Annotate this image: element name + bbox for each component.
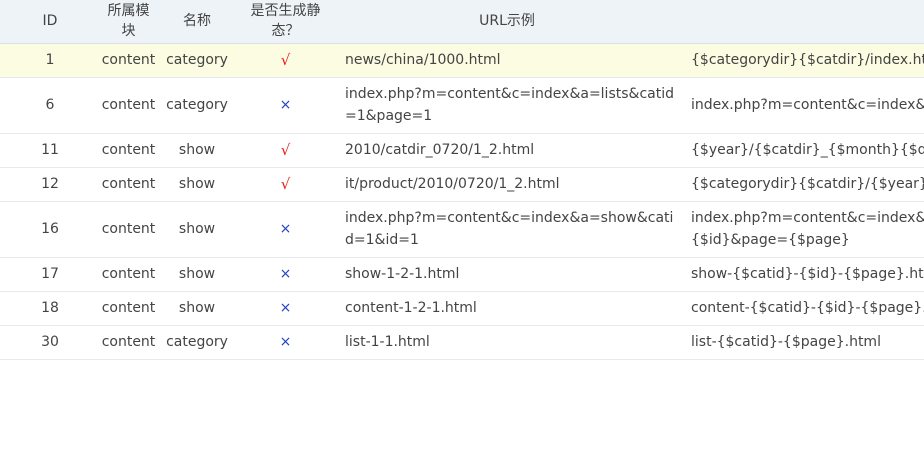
cell-id: 11 (0, 133, 100, 168)
table-row[interactable]: 18 content show × content-1-2-1.html con… (0, 291, 924, 326)
cell-rule: index.php?m=content&c=index&a= (680, 77, 924, 134)
cell-id: 6 (0, 77, 100, 134)
cell-rule: index.php?m=content&c=index&a= {$id}&pag… (680, 201, 924, 258)
cross-mark-icon: × (279, 334, 292, 350)
cell-module: content (100, 291, 157, 326)
cell-module: content (100, 201, 157, 258)
cell-static: × (237, 257, 334, 292)
cell-example: 2010/catdir_0720/1_2.html (334, 133, 680, 168)
cell-module: content (100, 77, 157, 134)
cell-id: 12 (0, 167, 100, 202)
cell-module: content (100, 325, 157, 360)
check-mark-icon: √ (280, 174, 291, 193)
table-row[interactable]: 11 content show √ 2010/catdir_0720/1_2.h… (0, 133, 924, 168)
header-static[interactable]: 是否生成静态？ (237, 0, 334, 44)
header-id[interactable]: ID (0, 0, 100, 44)
cell-static: √ (237, 167, 334, 202)
cell-static: × (237, 291, 334, 326)
cell-name: category (157, 43, 237, 78)
cell-rule: show-{$catid}-{$id}-{$page}.html (680, 257, 924, 292)
cell-name: show (157, 201, 237, 258)
cell-module: content (100, 133, 157, 168)
cell-example: content-1-2-1.html (334, 291, 680, 326)
cross-mark-icon: × (279, 97, 292, 113)
check-mark-icon: √ (280, 50, 291, 69)
cell-id: 17 (0, 257, 100, 292)
cell-rule: {$categorydir}{$catdir}/{$year}/{$m (680, 167, 924, 202)
table-body: 1 content category √ news/china/1000.htm… (0, 43, 924, 360)
url-rules-table: ID 所属模块 名称 是否生成静态？ URL示例 1 content categ… (0, 0, 924, 360)
rule-line-1: index.php?m=content&c=index&a= (691, 210, 924, 226)
check-mark-icon: √ (280, 140, 291, 159)
cell-name: show (157, 257, 237, 292)
cell-module: content (100, 257, 157, 292)
cross-mark-icon: × (279, 221, 292, 237)
cell-name: category (157, 325, 237, 360)
cell-rule: content-{$catid}-{$id}-{$page}.htm (680, 291, 924, 326)
rule-line-2: {$id}&page={$page} (691, 232, 850, 248)
table-row[interactable]: 6 content category × index.php?m=content… (0, 77, 924, 134)
cell-module: content (100, 43, 157, 78)
cell-example: list-1-1.html (334, 325, 680, 360)
cell-rule: {$categorydir}{$catdir}/index.html| (680, 43, 924, 78)
header-name[interactable]: 名称 (157, 0, 237, 44)
cell-id: 18 (0, 291, 100, 326)
cell-name: show (157, 133, 237, 168)
cell-module: content (100, 167, 157, 202)
cell-example: index.php?m=content&c=index&a=lists&cati… (334, 77, 680, 134)
cell-example: index.php?m=content&c=index&a=show&catid… (334, 201, 680, 258)
table-row[interactable]: 16 content show × index.php?m=content&c=… (0, 201, 924, 258)
cell-id: 16 (0, 201, 100, 258)
cross-mark-icon: × (279, 266, 292, 282)
cell-static: × (237, 77, 334, 134)
cell-id: 30 (0, 325, 100, 360)
cell-static: √ (237, 133, 334, 168)
header-rule (680, 0, 924, 44)
table-header: ID 所属模块 名称 是否生成静态？ URL示例 (0, 0, 924, 44)
cell-static: × (237, 201, 334, 258)
header-example[interactable]: URL示例 (334, 0, 680, 44)
header-module[interactable]: 所属模块 (100, 0, 157, 44)
cross-mark-icon: × (279, 300, 292, 316)
cell-example: news/china/1000.html (334, 43, 680, 78)
cell-id: 1 (0, 43, 100, 78)
cell-static: × (237, 325, 334, 360)
cell-name: show (157, 291, 237, 326)
cell-example: show-1-2-1.html (334, 257, 680, 292)
table-row[interactable]: 30 content category × list-1-1.html list… (0, 325, 924, 360)
table-row[interactable]: 1 content category √ news/china/1000.htm… (0, 43, 924, 78)
cell-name: show (157, 167, 237, 202)
cell-rule: {$year}/{$catdir}_{$month}{$day}/ (680, 133, 924, 168)
cell-static: √ (237, 43, 334, 78)
cell-example: it/product/2010/0720/1_2.html (334, 167, 680, 202)
cell-name: category (157, 77, 237, 134)
table-row[interactable]: 17 content show × show-1-2-1.html show-{… (0, 257, 924, 292)
table-row[interactable]: 12 content show √ it/product/2010/0720/1… (0, 167, 924, 202)
url-rules-panel: ID 所属模块 名称 是否生成静态？ URL示例 1 content categ… (0, 0, 924, 470)
cell-rule: list-{$catid}-{$page}.html (680, 325, 924, 360)
